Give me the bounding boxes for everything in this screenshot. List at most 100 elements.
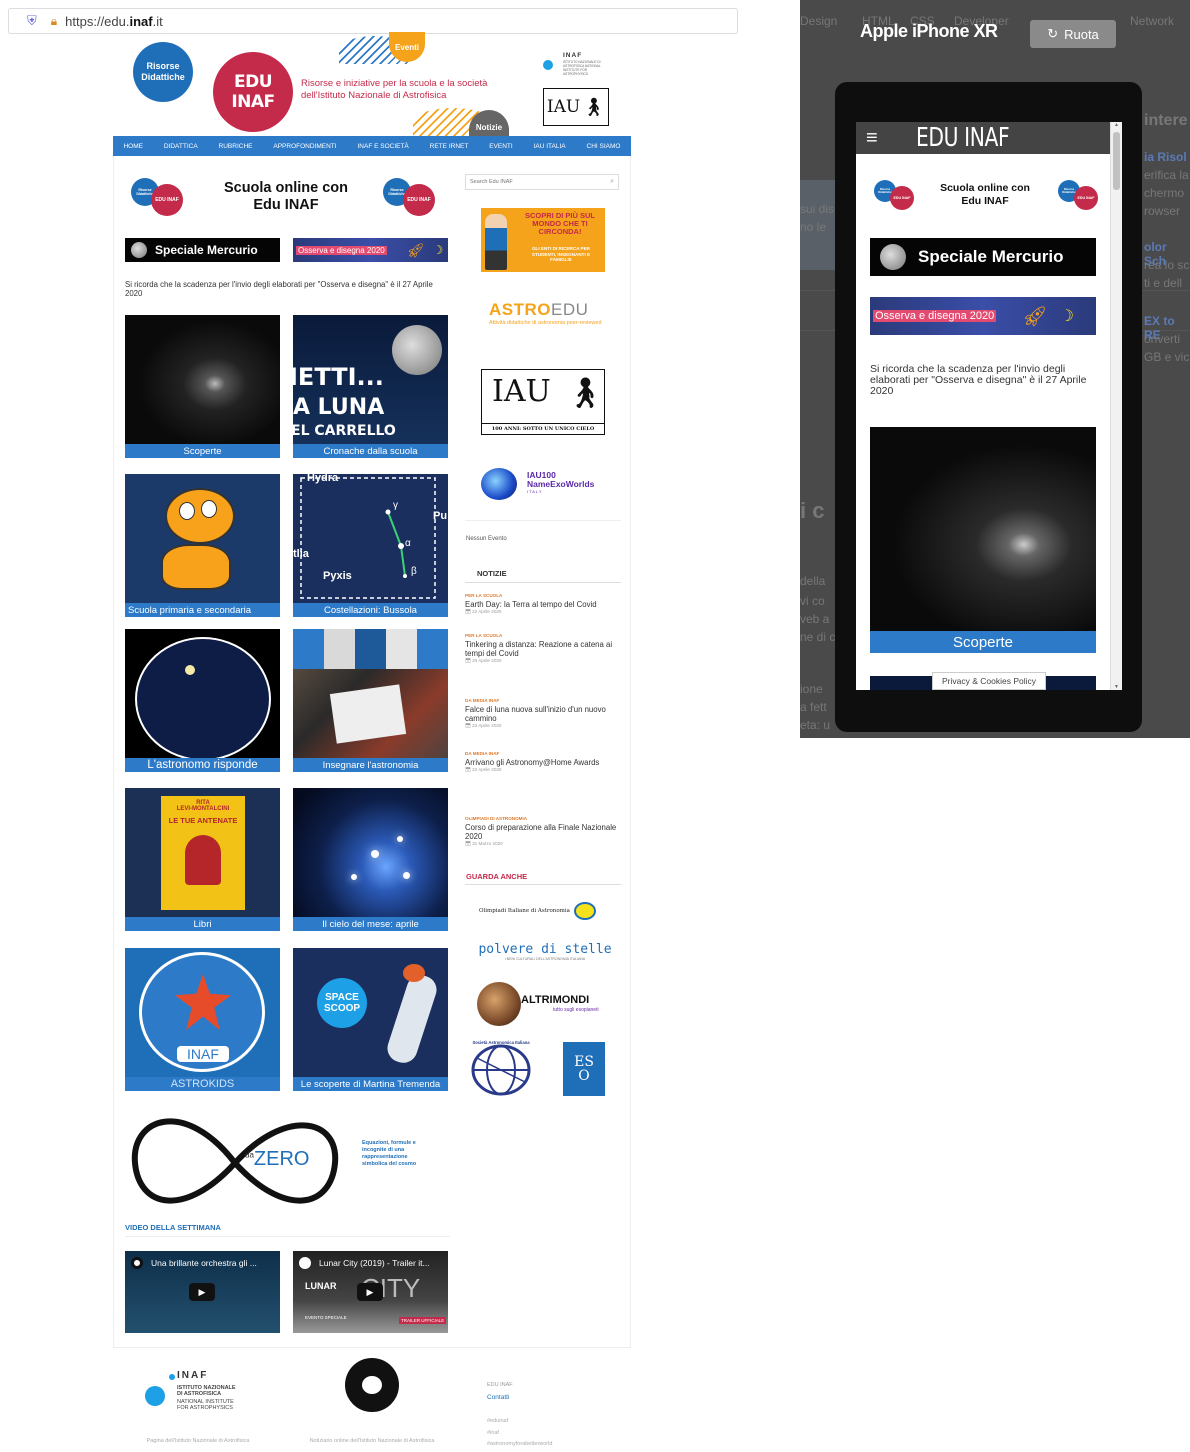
footer-tag-inaf[interactable]: #inaf bbox=[487, 1430, 499, 1436]
footer-tag-astronomy[interactable]: #astronomyforabetterworld bbox=[487, 1441, 552, 1447]
inaf-logo-header[interactable]: INAF ISTITUTO NAZIONALE DI ASTROFISICA N… bbox=[543, 52, 613, 78]
tile-caption: Il cielo del mese: aprile bbox=[293, 917, 448, 931]
play-button[interactable]: ▶ bbox=[189, 1283, 215, 1301]
news-title[interactable]: Earth Day: la Terra al tempo del Covid bbox=[465, 600, 621, 609]
scrollbar-up-arrow[interactable]: ▲ bbox=[1111, 122, 1122, 128]
tile-costellazioni[interactable]: Hydra Pyxis Pu tlia α β γ Costellazioni:… bbox=[293, 474, 448, 617]
risorse-didattiche-circle[interactable]: Risorse Didattiche bbox=[133, 42, 193, 102]
hamburger-menu-icon[interactable]: ≡ bbox=[866, 127, 878, 150]
shield-icon[interactable]: ⛨ bbox=[27, 13, 37, 29]
news-item[interactable]: PER LA SCUOLA Tinkering a distanza: Reaz… bbox=[465, 633, 621, 664]
footer-inaf-caption: Pagina dell'Istituto Nazionale di Astrof… bbox=[146, 1438, 250, 1444]
news-date-text: 22 Aprile 2020 bbox=[472, 723, 502, 728]
speciale-mercurio-banner[interactable]: Speciale Mercurio bbox=[125, 238, 280, 262]
polvere-di-stelle-logo[interactable]: polvere di stelle I BENI CULTURALI DELL'… bbox=[475, 942, 615, 961]
sidebar-search[interactable]: ⌕ bbox=[465, 174, 619, 190]
phone-scuola-banner[interactable]: Risorse Didattiche EDU INAF Scuola onlin… bbox=[872, 178, 1098, 218]
footer-contatti-link[interactable]: Contatti bbox=[487, 1394, 509, 1401]
news-category: DA MEDIA INAF bbox=[465, 698, 500, 703]
iau100-person-icon: 🚶︎ bbox=[566, 377, 605, 410]
altrimondi-logo[interactable]: ALTRIMONDI tutto sugli esopianeti bbox=[477, 982, 617, 1028]
nav-rubriche[interactable]: RUBRICHE bbox=[219, 143, 253, 150]
news-item[interactable]: DA MEDIA INAF Falce di luna nuova sull'i… bbox=[465, 698, 621, 729]
nav-rete-irnet[interactable]: RETE IRNET bbox=[430, 143, 469, 150]
news-item[interactable]: PER LA SCUOLA Earth Day: la Terra al tem… bbox=[465, 593, 621, 615]
news-title[interactable]: Tinkering a distanza: Reazione a catena … bbox=[465, 640, 621, 658]
nav-chi-siamo[interactable]: CHI SIAMO bbox=[587, 143, 621, 150]
video-lunar-city[interactable]: Lunar City (2019) - Trailer it... LUNAR … bbox=[293, 1251, 448, 1333]
iau100-logo[interactable]: IAU 🚶︎ 100 Anni: Sotto Un Unico Cielo bbox=[481, 369, 605, 435]
bg-text-fett: a fett bbox=[800, 700, 827, 714]
nav-eventi[interactable]: EVENTI bbox=[489, 143, 512, 150]
news-date: 📅︎ 20 Aprile 2020 bbox=[465, 658, 621, 664]
privacy-cookies-button[interactable]: Privacy & Cookies Policy bbox=[932, 672, 1046, 690]
news-title[interactable]: Arrivano gli Astronomy@Home Awards bbox=[465, 758, 621, 767]
iau-logo-header[interactable]: IAU 🚶︎ bbox=[543, 88, 609, 126]
rotate-label: Ruota bbox=[1064, 26, 1099, 42]
tile-libri[interactable]: RITA LEVI-MONTALCINI LE TUE ANTENATE Lib… bbox=[125, 788, 280, 931]
phone-speciale-mercurio[interactable]: Speciale Mercurio bbox=[870, 238, 1096, 276]
edu-inaf-logo[interactable]: EDU INAF bbox=[213, 52, 293, 132]
pyxis-label: Pyxis bbox=[323, 570, 352, 582]
tile-scuola-primaria[interactable]: Scuola primaria e secondaria bbox=[125, 474, 280, 617]
play-button[interactable]: ▶ bbox=[357, 1283, 383, 1301]
notizie-circle[interactable]: Notizie bbox=[469, 110, 509, 138]
scrollbar-down-arrow[interactable]: ▼ bbox=[1111, 684, 1122, 690]
teacher-figure bbox=[485, 214, 507, 270]
tile-martina-tremenda[interactable]: SPACE SCOOP Le scoperte di Martina Treme… bbox=[293, 948, 448, 1091]
scopri-banner[interactable]: SCOPRI DI PIÙ SUL MONDO CHE TI CIRCONDA!… bbox=[481, 208, 605, 272]
lock-warning-icon[interactable]: 🔒︎ bbox=[51, 14, 57, 29]
news-date-text: 22 Aprile 2020 bbox=[472, 609, 502, 614]
media-inaf-logo[interactable] bbox=[345, 1358, 399, 1412]
eventi-circle[interactable]: Eventi bbox=[389, 32, 425, 62]
sait-logo[interactable]: Società Astronomica Italiana bbox=[469, 1040, 533, 1098]
footer-inaf-dot-small bbox=[169, 1374, 175, 1380]
nav-approfondimenti[interactable]: APPROFONDIMENTI bbox=[273, 143, 336, 150]
nav-home[interactable]: HOME bbox=[123, 143, 143, 150]
scuola-online-banner[interactable]: Risorse Didattiche EDU INAF Scuola onlin… bbox=[127, 176, 443, 220]
tile-cielo-del-mese[interactable]: Il cielo del mese: aprile bbox=[293, 788, 448, 931]
phone-osserva-disegna[interactable]: Osserva e disegna 2020 🚀︎ ☽ bbox=[870, 297, 1096, 335]
bg-text-nedi: ne di c bbox=[800, 630, 836, 644]
bg-text-ic: i c bbox=[800, 498, 825, 523]
phone-screen: ≡ EDU INAF ▲ ▼ Risorse Didattiche EDU IN… bbox=[856, 122, 1122, 690]
luna-text-2: A LUNA bbox=[293, 395, 385, 420]
dazero-banner[interactable]: daZERO Equazioni, formule e incognite di… bbox=[125, 1108, 450, 1218]
nav-inaf-societa[interactable]: INAF E SOCIETÀ bbox=[357, 143, 408, 150]
search-input[interactable] bbox=[470, 179, 590, 185]
astroedu-logo[interactable]: ASTROEDU Attività didattiche di astronom… bbox=[489, 300, 609, 327]
tile-astronomo-risponde[interactable]: L'astronomo risponde bbox=[125, 629, 280, 772]
footer-tag-eduinaf[interactable]: #eduinaf bbox=[487, 1418, 508, 1424]
news-title[interactable]: Corso di preparazione alla Finale Nazion… bbox=[465, 823, 621, 841]
news-item[interactable]: DA MEDIA INAF Arrivano gli Astronomy@Hom… bbox=[465, 751, 621, 773]
phone-tile-scoperte[interactable]: Scoperte bbox=[870, 427, 1096, 653]
scrollbar-thumb[interactable] bbox=[1113, 132, 1120, 190]
olimpiadi-logo[interactable]: Olimpiadi Italiane di Astronomia bbox=[479, 900, 609, 922]
url-text[interactable]: https://edu.inaf.it bbox=[65, 14, 163, 29]
address-bar[interactable]: ⛨ 🔒︎ https://edu.inaf.it bbox=[8, 8, 738, 34]
search-icon[interactable]: ⌕ bbox=[610, 178, 614, 186]
footer-inaf-dot bbox=[145, 1386, 165, 1406]
video-channel-icon bbox=[131, 1257, 143, 1269]
osserva-disegna-banner[interactable]: Osserva e disegna 2020 🚀︎ ☽ bbox=[293, 238, 448, 262]
bg-text-rgb: GB e vic bbox=[1144, 350, 1190, 364]
eso-logo[interactable]: ES O bbox=[563, 1042, 605, 1096]
tile-scoperte[interactable]: Scoperte bbox=[125, 315, 280, 458]
phone-scrollbar[interactable]: ▲ ▼ bbox=[1110, 122, 1122, 690]
nav-didattica[interactable]: DIDATTICA bbox=[164, 143, 198, 150]
tile-cronache-scuola[interactable]: IETTI... A LUNA EL CARRELLO Cronache dal… bbox=[293, 315, 448, 458]
news-item[interactable]: OLIMPIADI DI ASTRONOMIA Corso di prepara… bbox=[465, 816, 621, 847]
phone-logo[interactable]: EDU INAF bbox=[916, 123, 1010, 153]
scratch-cat-body bbox=[161, 544, 231, 590]
nameexoworlds-logo[interactable]: IAU100 NameExoWorlds ITALY bbox=[481, 466, 605, 500]
news-title[interactable]: Falce di luna nuova sull'inizio d'un nuo… bbox=[465, 705, 621, 723]
rotate-button[interactable]: ↻ Ruota bbox=[1030, 20, 1116, 48]
tile-astrokids[interactable]: INAF ASTROKIDS bbox=[125, 948, 280, 1091]
phone-badge-edu: EDU INAF bbox=[890, 186, 914, 210]
footer-inaf-logo[interactable]: INAF ISTITUTO NAZIONALE DI ASTROFISICA N… bbox=[145, 1370, 255, 1420]
tile-insegnare-astronomia[interactable]: Insegnare l'astronomia bbox=[293, 629, 448, 772]
phone-tile-caption: Scoperte bbox=[870, 631, 1096, 653]
video-orchestra[interactable]: Una brillante orchestra gli ... ▶ bbox=[125, 1251, 280, 1333]
tile-caption: Scoperte bbox=[125, 444, 280, 458]
nav-iau-italia[interactable]: IAU ITALIA bbox=[534, 143, 566, 150]
